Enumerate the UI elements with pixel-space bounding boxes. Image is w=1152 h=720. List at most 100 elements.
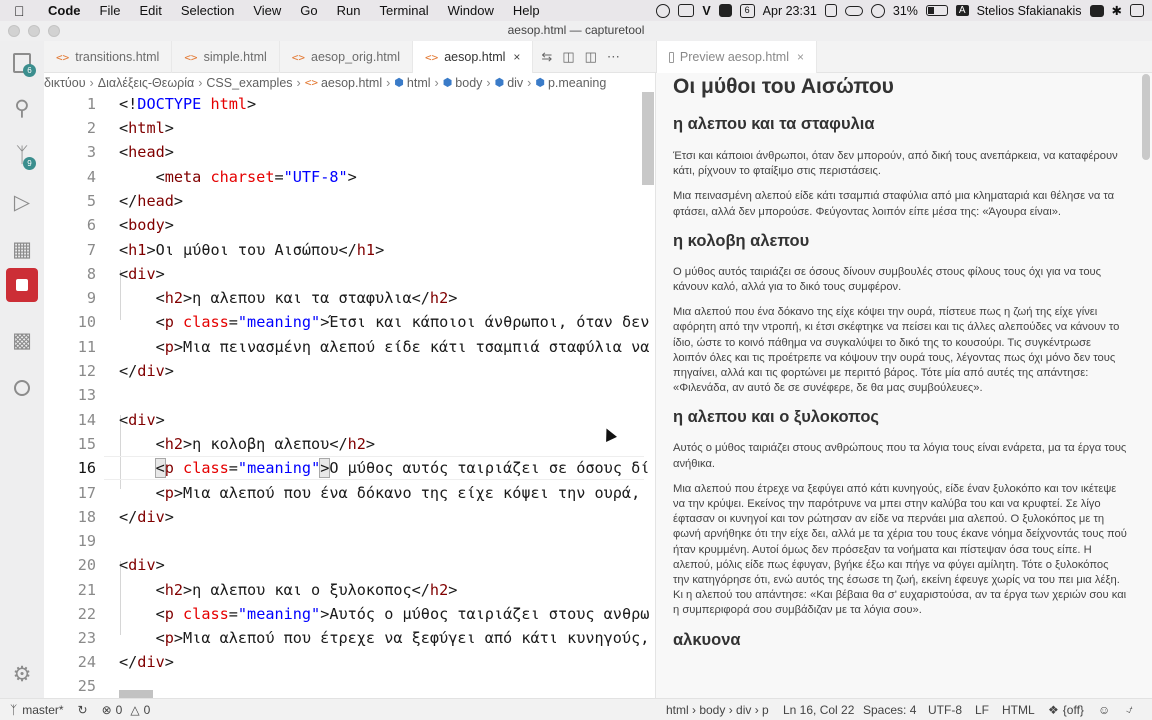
breadcrumb-item[interactable]: Διαλέξεις-Θεωρία [98,76,194,90]
breadcrumb-item[interactable]: body [455,76,482,90]
language-mode[interactable]: HTML [1002,703,1035,717]
tab-aesop-html[interactable]: <> aesop.html × [412,41,534,73]
element-path[interactable]: html › body › div › p [666,703,769,717]
error-icon: ⊗ [101,702,112,717]
settings-gear-icon[interactable]: ⚙ [6,658,38,690]
breadcrumb-item[interactable]: p.meaning [548,76,606,90]
encoding-setting[interactable]: UTF-8 [928,703,962,717]
editor-tab-bar: <> transitions.html <> simple.html <> ae… [44,41,656,73]
control-center-icon[interactable] [1130,4,1144,17]
battery-icon[interactable] [925,5,948,16]
toggle-indicator[interactable]: ❖ {off} [1048,703,1084,717]
chevron-right-icon: › [386,75,391,90]
menu-go[interactable]: Go [300,3,317,18]
user-name[interactable]: Stelios Sfakianakis [977,4,1082,18]
breadcrumb-item[interactable]: δικτύου [44,76,86,90]
tab-simple-html[interactable]: <> simple.html [172,41,280,73]
bell-icon: ⍻ [1126,702,1133,716]
menu-selection[interactable]: Selection [181,3,234,18]
menu-app-code[interactable]: Code [48,3,81,18]
problems-indicator[interactable]: ⊗ 0 △ 0 [102,703,151,717]
chevron-right-icon: › [527,75,532,90]
close-tab-icon[interactable]: × [513,50,520,64]
input-source-icon[interactable]: A [955,5,969,16]
open-preview-icon[interactable]: ◫ [562,49,574,65]
code-line: 17 <p>Μια αλεπού που ένα δόκανο της είχε… [77,484,641,502]
breadcrumb-item[interactable]: div [507,76,523,90]
element-icon: ⬢ [494,77,505,89]
chevron-right-icon: › [434,75,439,90]
tab-transitions-html[interactable]: <> transitions.html [44,41,173,73]
preview-scrollbar[interactable] [1142,74,1150,160]
menu-run[interactable]: Run [337,3,361,18]
breadcrumb-item[interactable]: aesop.html [321,76,382,90]
menubar-status-area: V 6 Apr 23:31 31% A Stelios Sfakianakis … [656,0,1144,21]
split-editor-icon[interactable]: ◫ [585,49,597,65]
code-line: 4 <meta charset="UTF-8"> [86,168,357,186]
explorer-icon[interactable]: 6 [6,47,38,79]
source-control-icon[interactable]: ᛉ 9 [6,140,38,172]
menu-view[interactable]: View [253,3,281,18]
battery-percent: 31% [892,3,918,18]
chevron-right-icon: › [198,75,203,90]
search-icon[interactable]: ⚲ [6,92,38,124]
menu-terminal[interactable]: Terminal [380,3,429,18]
sync-button[interactable]: ↻ [78,703,88,717]
sync-icon[interactable] [870,3,885,18]
cloud-icon[interactable] [844,5,863,16]
cursor-position[interactable]: Ln 16, Col 22 [783,703,854,717]
code-editor[interactable]: 1 <!DOCTYPE html> 2 <html> 3 <head> 4 <meta… [44,92,656,698]
run-debug-icon[interactable]: ▷ [6,186,38,218]
breadcrumb-item[interactable]: html [407,76,431,90]
close-preview-tab-icon[interactable]: × [797,50,804,64]
vpn-icon[interactable] [656,3,671,18]
more-actions-icon[interactable]: ⋯ [607,49,620,65]
bluetooth-icon[interactable]: ✱ [1112,3,1122,18]
preview-h1: Οι μύθοι του Αισώπου [673,75,894,98]
menu-edit[interactable]: Edit [139,3,161,18]
breadcrumb-item[interactable]: CSS_examples [206,76,292,90]
code-line-current: 16 <p class="meaning">Ο μύθος αυτός ταιρ… [77,458,650,478]
warning-count: 0 [143,702,151,717]
chevron-right-icon: › [486,75,491,90]
code-line: 9 <h2>η αλεπου και τα σταφυλια</h2> [86,289,458,307]
tab-aesop-orig-html[interactable]: <> aesop_orig.html [280,41,413,73]
git-graph-icon[interactable] [6,372,38,404]
extensions-icon[interactable]: ▦ [6,233,38,265]
editor-horizontal-scrollbar[interactable] [119,690,153,698]
screen-record-icon[interactable] [718,4,732,17]
tab-label: aesop.html [444,50,506,64]
preview-meaning-paragraph: Έτσι και κάποιοι άνθρωποι, όταν δεν μπορ… [673,150,1118,178]
code-line: 15 <h2>η κολοβη αλεπου</h2> [77,435,376,453]
element-icon: ⬢ [535,77,545,89]
indentation-setting[interactable]: Spaces: 4 [863,703,916,717]
eol-setting[interactable]: LF [975,703,989,717]
tab-preview-aesop[interactable]: Preview aesop.html × [657,41,817,73]
menu-window[interactable]: Window [448,3,494,18]
feedback-button[interactable]: ☺ [1098,703,1110,717]
calendar-icon[interactable]: 6 [739,3,755,18]
html-preview-pane[interactable]: Οι μύθοι του Αισώπου η αλεπου και τα στα… [656,73,1152,698]
explorer-badge: 6 [23,64,36,77]
bag-icon[interactable] [824,4,837,17]
mirror-icon[interactable] [678,4,695,17]
tab-label: simple.html [203,50,267,64]
html-file-icon: <> [56,50,70,64]
menu-help[interactable]: Help [513,3,540,18]
menu-file[interactable]: File [100,3,121,18]
docker-icon[interactable]: ▩ [6,324,38,356]
compare-icon[interactable]: ⇆ [541,49,552,65]
stop-recording-button[interactable] [6,268,38,302]
editor-vertical-scrollbar[interactable] [642,92,654,185]
clock-text[interactable]: Apr 23:31 [763,4,817,18]
notifications-button[interactable]: ⍻ [1126,702,1133,717]
preview-story-paragraph: Μια αλεπού που ένα δόκανο της είχε κόψει… [673,306,1120,395]
apple-menu-icon[interactable]:  [14,3,32,19]
branch-indicator[interactable]: ᛉ master* [10,703,64,717]
tab-label: aesop_orig.html [311,50,400,64]
preview-tab-bar: Preview aesop.html × [656,41,1152,73]
vimeo-icon[interactable]: V [702,4,710,18]
code-line: 23 <p>Μια αλεπού που έτρεχε να ξεφύγει α… [77,629,650,647]
grid-icon[interactable] [1089,4,1104,17]
html-file-icon: <> [291,50,306,64]
